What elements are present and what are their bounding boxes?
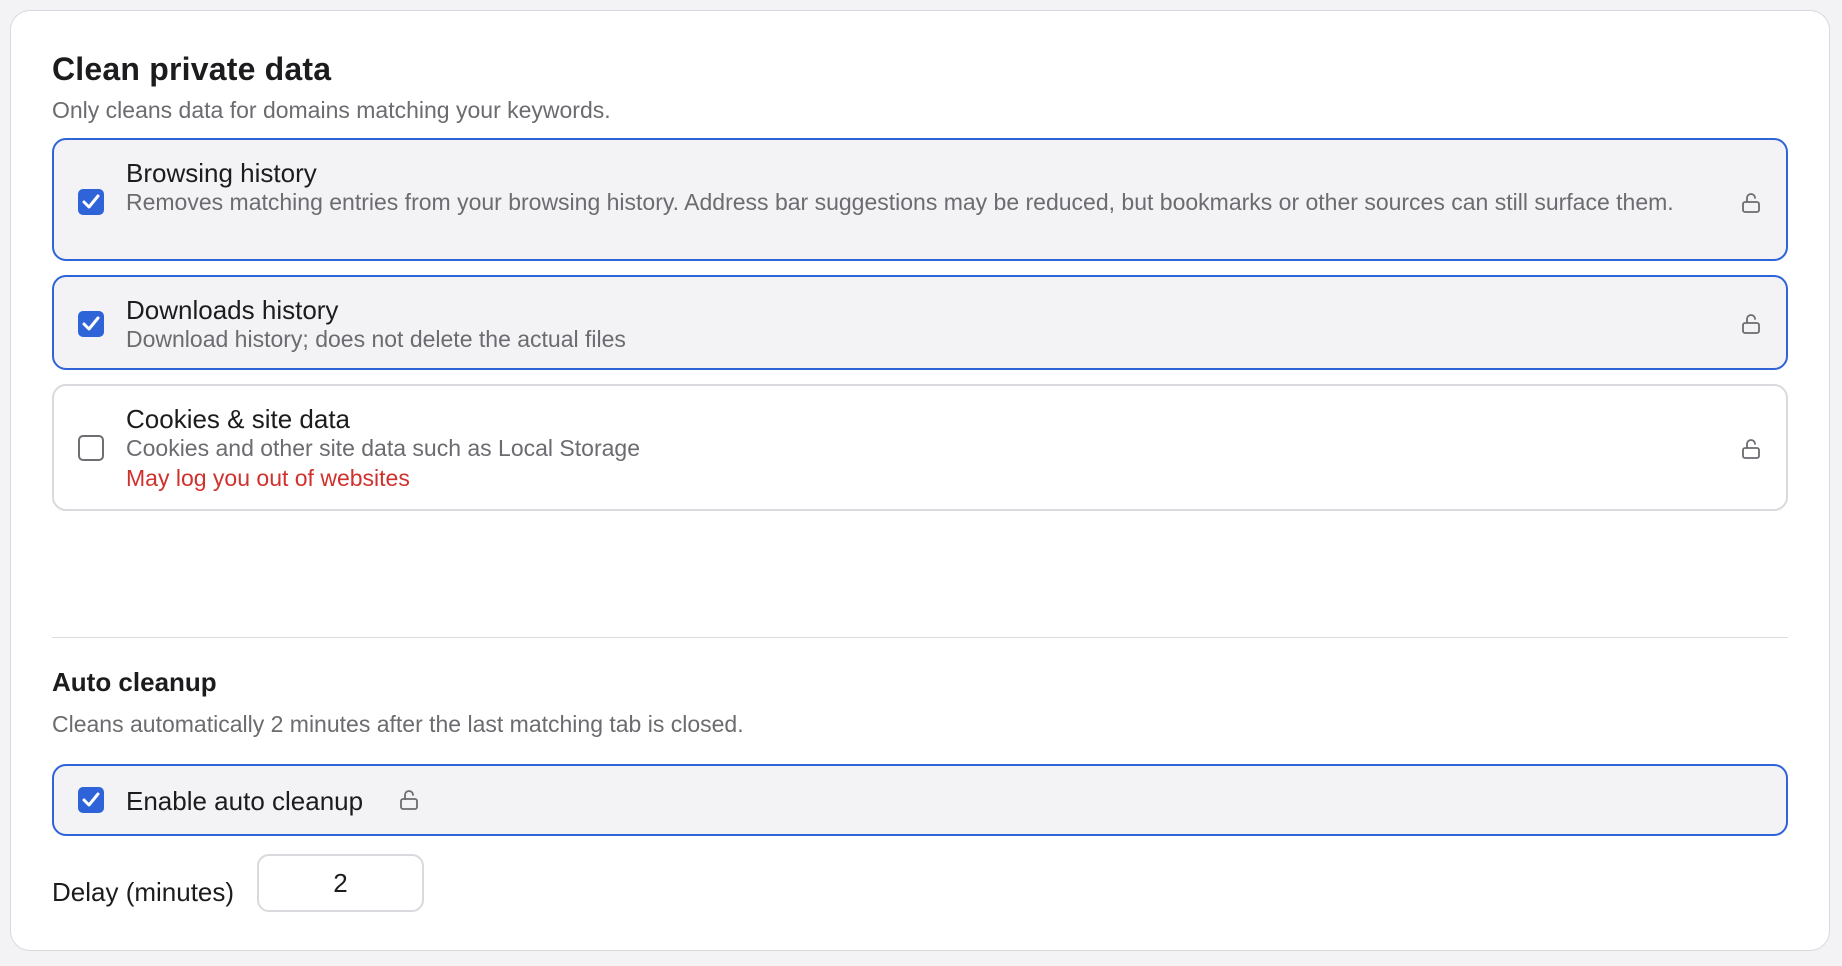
section-subtitle: Only cleans data for domains matching yo… [52,97,611,123]
delay-minutes-input[interactable] [257,854,424,912]
clean-private-data-card: Clean private data Only cleans data for … [10,10,1830,951]
option-title: Cookies & site data [126,404,351,434]
delay-label: Delay (minutes) [52,877,235,907]
checkmark-icon [82,316,100,331]
option-browsing-history[interactable]: Browsing history Removes matching entrie… [52,138,1788,261]
option-description: Cookies and other site data such as Loca… [126,435,640,461]
option-title: Downloads history [126,295,339,325]
section-title: Clean private data [52,51,332,87]
option-cookies-site-data[interactable]: Cookies & site data Cookies and other si… [52,384,1788,511]
downloads-history-checkbox[interactable] [78,311,104,337]
enable-auto-cleanup-label: Enable auto cleanup [126,786,364,816]
lock-open-icon[interactable] [1740,192,1762,214]
browsing-history-checkbox[interactable] [78,189,104,215]
auto-cleanup-subtitle: Cleans automatically 2 minutes after the… [52,711,744,737]
option-description: Download history; does not delete the ac… [126,326,626,352]
checkmark-icon [82,792,100,807]
cookies-site-data-checkbox[interactable] [78,435,104,461]
auto-cleanup-title: Auto cleanup [52,667,217,697]
lock-open-icon[interactable] [398,789,420,811]
checkmark-icon [82,194,100,209]
option-title: Browsing history [126,158,317,188]
lock-open-icon[interactable] [1740,438,1762,460]
option-enable-auto-cleanup[interactable]: Enable auto cleanup [52,764,1788,836]
lock-open-icon[interactable] [1740,313,1762,335]
enable-auto-cleanup-checkbox[interactable] [78,787,104,813]
option-downloads-history[interactable]: Downloads history Download history; does… [52,275,1788,370]
option-description: Removes matching entries from your brows… [126,189,1674,215]
option-warning: May log you out of websites [126,465,410,491]
section-divider [52,637,1788,638]
